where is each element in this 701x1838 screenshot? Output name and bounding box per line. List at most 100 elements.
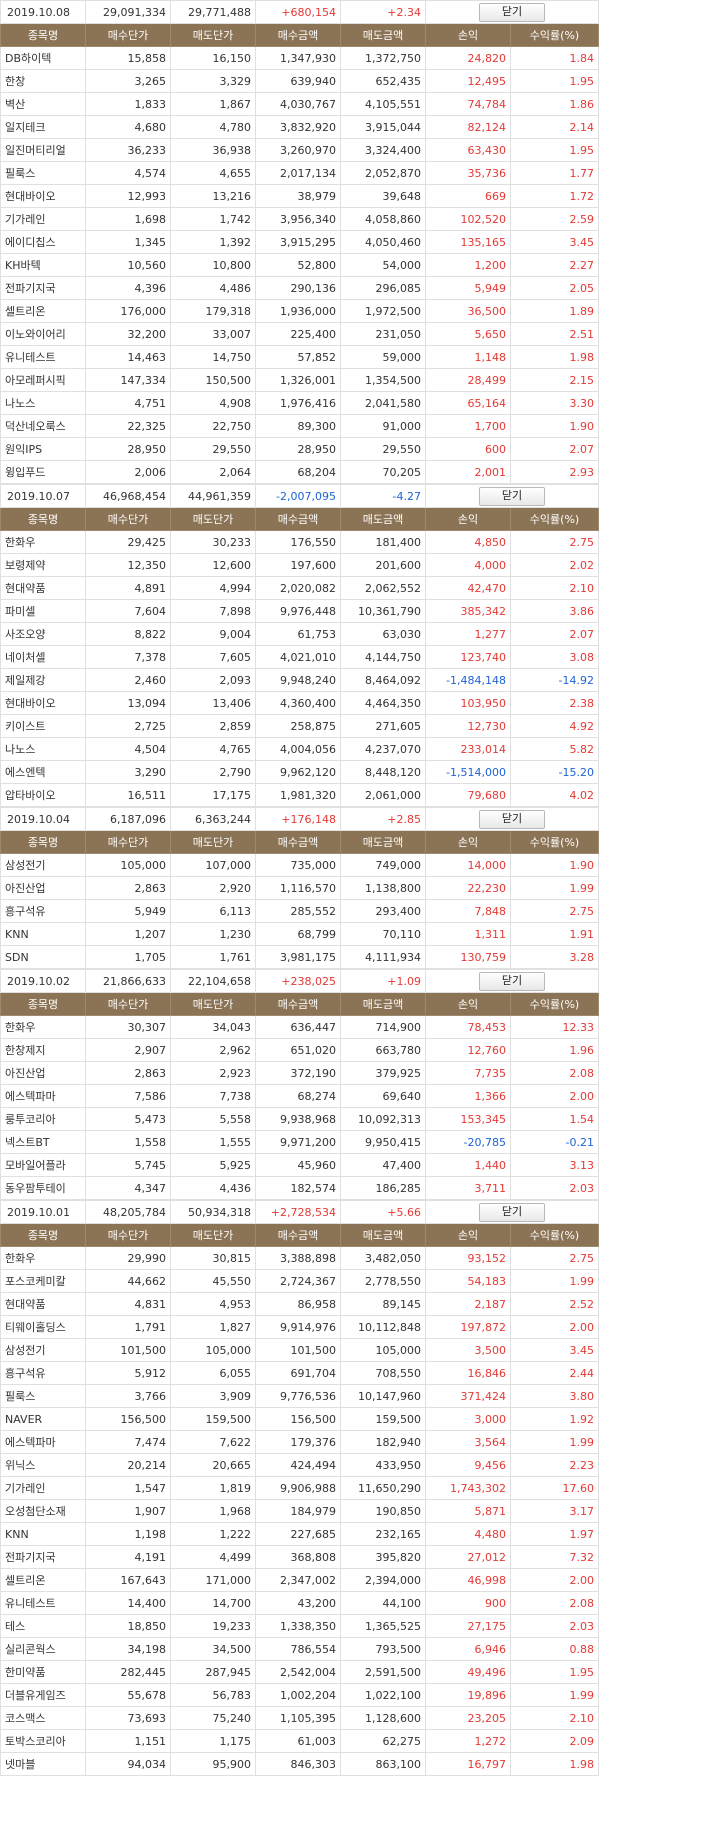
stock-name[interactable]: 흥구석유 [0, 1361, 86, 1385]
stock-name[interactable]: 흥구석유 [0, 899, 86, 923]
stock-name[interactable]: 실리콘웍스 [0, 1637, 86, 1661]
stock-name[interactable]: 압타바이오 [0, 783, 86, 807]
sell-price: 287,945 [170, 1660, 256, 1684]
stock-name[interactable]: 한창제지 [0, 1038, 86, 1062]
stock-name[interactable]: KNN [0, 1522, 86, 1546]
stock-name[interactable]: 제일제강 [0, 668, 86, 692]
sell-amount: 44,100 [340, 1591, 426, 1615]
sell-amount: 652,435 [340, 69, 426, 93]
buy-amount: 3,981,175 [255, 945, 341, 969]
stock-name[interactable]: 삼성전기 [0, 853, 86, 877]
buy-price: 167,643 [85, 1568, 171, 1592]
stock-name[interactable]: 삼성전기 [0, 1338, 86, 1362]
stock-name[interactable]: 네이처셀 [0, 645, 86, 669]
buy-amount: 9,938,968 [255, 1107, 341, 1131]
stock-name[interactable]: 필룩스 [0, 161, 86, 185]
sell-amount: 69,640 [340, 1084, 426, 1108]
sell-price: 13,216 [170, 184, 256, 208]
stock-name[interactable]: 한화우 [0, 1246, 86, 1270]
stock-name[interactable]: 현대약품 [0, 576, 86, 600]
close-button[interactable]: 닫기 [479, 1202, 545, 1222]
trade-row: 아진산업 2,863 2,920 1,116,570 1,138,800 22,230 1.… [0, 876, 599, 900]
stock-name[interactable]: 아모레퍼시픽 [0, 368, 86, 392]
stock-name[interactable]: KH바텍 [0, 253, 86, 277]
return-rate: 3.80 [510, 1384, 599, 1408]
close-button[interactable]: 닫기 [479, 2, 545, 22]
stock-name[interactable]: 티웨이홀딩스 [0, 1315, 86, 1339]
stock-name[interactable]: 현대바이오 [0, 184, 86, 208]
buy-price: 5,473 [85, 1107, 171, 1131]
stock-name[interactable]: 현대바이오 [0, 691, 86, 715]
sell-price: 4,486 [170, 276, 256, 300]
stock-name[interactable]: 윙입푸드 [0, 460, 86, 484]
stock-name[interactable]: 원익IPS [0, 437, 86, 461]
stock-name[interactable]: 나노스 [0, 391, 86, 415]
stock-name[interactable]: 에스텍파마 [0, 1084, 86, 1108]
return-rate: 2.51 [510, 322, 599, 346]
buy-price: 29,425 [85, 530, 171, 554]
profit: 42,470 [425, 576, 511, 600]
trade-row: 삼성전기 101,500 105,000 101,500 105,000 3,500 3.4… [0, 1338, 599, 1362]
stock-name[interactable]: 넥스트BT [0, 1130, 86, 1154]
stock-name[interactable]: 유니테스트 [0, 345, 86, 369]
stock-name[interactable]: 모바일어플라 [0, 1153, 86, 1177]
stock-name[interactable]: 전파기지국 [0, 276, 86, 300]
stock-name[interactable]: 에스텍파마 [0, 1430, 86, 1454]
stock-name[interactable]: 테스 [0, 1614, 86, 1638]
stock-name[interactable]: 기가레인 [0, 207, 86, 231]
sell-amount: 4,464,350 [340, 691, 426, 715]
stock-name[interactable]: 포스코케미칼 [0, 1269, 86, 1293]
stock-name[interactable]: 한화우 [0, 530, 86, 554]
stock-name[interactable]: 오성첨단소재 [0, 1499, 86, 1523]
stock-name[interactable]: 에이디칩스 [0, 230, 86, 254]
stock-name[interactable]: 토박스코리아 [0, 1729, 86, 1753]
stock-name[interactable]: 한미약품 [0, 1660, 86, 1684]
stock-name[interactable]: 한창 [0, 69, 86, 93]
stock-name[interactable]: 전파기지국 [0, 1545, 86, 1569]
close-button[interactable]: 닫기 [479, 971, 545, 991]
stock-name[interactable]: 기가레인 [0, 1476, 86, 1500]
stock-name[interactable]: 일진머티리얼 [0, 138, 86, 162]
trade-row: 벽산 1,833 1,867 4,030,767 4,105,551 74,784 1.86 [0, 92, 599, 116]
stock-name[interactable]: NAVER [0, 1407, 86, 1431]
sell-amount: 4,111,934 [340, 945, 426, 969]
close-button[interactable]: 닫기 [479, 809, 545, 829]
stock-name[interactable]: 셀트리온 [0, 299, 86, 323]
stock-name[interactable]: 아진산업 [0, 1061, 86, 1085]
stock-name[interactable]: 룽투코리아 [0, 1107, 86, 1131]
stock-name[interactable]: 키이스트 [0, 714, 86, 738]
close-button[interactable]: 닫기 [479, 486, 545, 506]
stock-name[interactable]: 필룩스 [0, 1384, 86, 1408]
stock-name[interactable]: SDN [0, 945, 86, 969]
stock-name[interactable]: DB하이텍 [0, 46, 86, 70]
stock-name[interactable]: 현대약품 [0, 1292, 86, 1316]
stock-name[interactable]: 아진산업 [0, 876, 86, 900]
stock-name[interactable]: 동우팜투테이 [0, 1176, 86, 1200]
stock-name[interactable]: 위닉스 [0, 1453, 86, 1477]
profit: 79,680 [425, 783, 511, 807]
stock-name[interactable]: 유니테스트 [0, 1591, 86, 1615]
stock-name[interactable]: 사조오양 [0, 622, 86, 646]
sell-price: 1,222 [170, 1522, 256, 1546]
stock-name[interactable]: 한화우 [0, 1015, 86, 1039]
stock-name[interactable]: 보령제약 [0, 553, 86, 577]
return-rate: 4.92 [510, 714, 599, 738]
stock-name[interactable]: 에스엔텍 [0, 760, 86, 784]
stock-name[interactable]: 일지테크 [0, 115, 86, 139]
profit: 16,846 [425, 1361, 511, 1385]
stock-name[interactable]: 덕산네오룩스 [0, 414, 86, 438]
stock-name[interactable]: 이노와이어리 [0, 322, 86, 346]
profit: 385,342 [425, 599, 511, 623]
stock-name[interactable]: 벽산 [0, 92, 86, 116]
stock-name[interactable]: 더블유게임즈 [0, 1683, 86, 1707]
stock-name[interactable]: 셀트리온 [0, 1568, 86, 1592]
profit: 600 [425, 437, 511, 461]
return-rate: 1.95 [510, 138, 599, 162]
stock-name[interactable]: KNN [0, 922, 86, 946]
stock-name[interactable]: 파미셀 [0, 599, 86, 623]
trade-row: 키이스트 2,725 2,859 258,875 271,605 12,730 4.92 [0, 714, 599, 738]
sell-amount: 708,550 [340, 1361, 426, 1385]
stock-name[interactable]: 넷마블 [0, 1752, 86, 1776]
stock-name[interactable]: 나노스 [0, 737, 86, 761]
stock-name[interactable]: 코스맥스 [0, 1706, 86, 1730]
